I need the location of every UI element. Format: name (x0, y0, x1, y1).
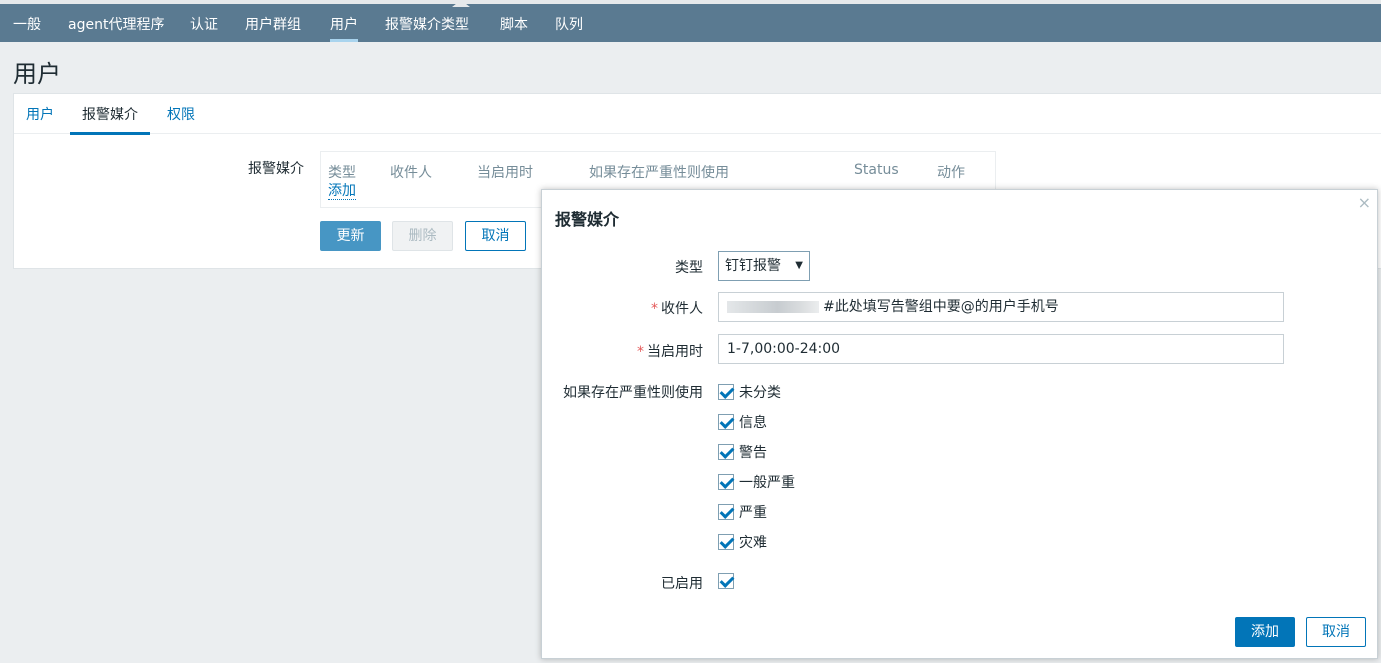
dialog-cancel-button[interactable]: 取消 (1306, 617, 1366, 647)
severity-option-not-classified[interactable]: 未分类 (718, 382, 781, 402)
severity-option-warning[interactable]: 警告 (718, 442, 767, 462)
enabled-label: 已启用 (661, 576, 703, 592)
page-title: 用户 (13, 60, 61, 88)
chevron-down-icon: ▼ (795, 260, 803, 271)
column-header-action: 动作 (937, 165, 965, 181)
dialog-add-button[interactable]: 添加 (1235, 617, 1295, 647)
nav-item-queue[interactable]: 队列 (555, 14, 583, 34)
tab-permissions[interactable]: 权限 (167, 104, 195, 124)
severity-option-label: 警告 (739, 445, 767, 461)
column-header-when-active: 当启用时 (477, 165, 533, 181)
checkbox[interactable] (718, 504, 734, 520)
enabled-option[interactable] (718, 573, 734, 593)
checkbox[interactable] (718, 444, 734, 460)
severity-option-label: 未分类 (739, 385, 781, 401)
tab-bar: 用户 报警媒介 权限 (14, 94, 1381, 135)
severity-option-high[interactable]: 严重 (718, 502, 767, 522)
type-select[interactable]: 钉钉报警 ▼ (718, 251, 810, 281)
when-active-input[interactable]: 1-7,00:00-24:00 (718, 334, 1284, 364)
column-header-type: 类型 (328, 165, 356, 181)
nav-item-scripts[interactable]: 脚本 (500, 14, 528, 34)
severity-label: 如果存在严重性则使用 (563, 385, 703, 401)
nav-item-authentication[interactable]: 认证 (190, 14, 218, 34)
update-button[interactable]: 更新 (320, 221, 381, 251)
media-dialog: 报警媒介 × 类型 钉钉报警 ▼ * 收件人 #此处填写告警组中要@的用户手机号 … (541, 189, 1378, 659)
cancel-button[interactable]: 取消 (465, 221, 526, 251)
delete-button: 删除 (392, 221, 453, 251)
dialog-title: 报警媒介 (555, 210, 620, 229)
type-select-value: 钉钉报警 (725, 258, 781, 274)
nav-item-agent-proxy[interactable]: agent代理程序 (68, 14, 164, 34)
recipient-input-value: #此处填写告警组中要@的用户手机号 (823, 299, 1059, 315)
recipient-input[interactable]: #此处填写告警组中要@的用户手机号 (718, 292, 1284, 322)
checkbox[interactable] (718, 414, 734, 430)
enabled-checkbox[interactable] (718, 573, 734, 589)
redacted-blur (727, 301, 819, 313)
severity-option-label: 灾难 (739, 535, 767, 551)
required-mark: * (651, 301, 658, 317)
media-field-label: 报警媒介 (248, 161, 304, 177)
recipient-label: * 收件人 (651, 298, 703, 318)
column-header-severity: 如果存在严重性则使用 (589, 165, 729, 181)
when-active-label: * 当启用时 (637, 341, 703, 361)
severity-option-label: 一般严重 (739, 475, 795, 491)
when-active-label-text: 当启用时 (647, 344, 703, 360)
close-icon[interactable]: × (1358, 193, 1371, 212)
top-nav-bar: 一般 agent代理程序 认证 用户群组 用户 报警媒介类型 脚本 队列 (0, 0, 1381, 42)
column-header-status: Status (854, 162, 899, 178)
checkbox[interactable] (718, 384, 734, 400)
nav-item-media-types[interactable]: 报警媒介类型 (385, 14, 469, 34)
nav-item-users[interactable]: 用户 (330, 14, 358, 42)
severity-option-information[interactable]: 信息 (718, 412, 767, 432)
tab-media[interactable]: 报警媒介 (70, 104, 150, 135)
add-media-link[interactable]: 添加 (328, 183, 356, 200)
required-mark: * (637, 344, 644, 360)
severity-option-label: 严重 (739, 505, 767, 521)
column-header-recipient: 收件人 (390, 165, 432, 181)
active-section-indicator (452, 0, 470, 7)
type-label: 类型 (675, 260, 703, 276)
severity-option-label: 信息 (739, 415, 767, 431)
severity-option-disaster[interactable]: 灾难 (718, 532, 767, 552)
nav-item-user-groups[interactable]: 用户群组 (245, 14, 301, 34)
tab-user[interactable]: 用户 (26, 104, 54, 124)
nav-item-general[interactable]: 一般 (13, 14, 41, 34)
severity-option-average[interactable]: 一般严重 (718, 472, 795, 492)
recipient-label-text: 收件人 (661, 301, 703, 317)
checkbox[interactable] (718, 534, 734, 550)
checkbox[interactable] (718, 474, 734, 490)
when-active-input-value: 1-7,00:00-24:00 (727, 341, 841, 357)
